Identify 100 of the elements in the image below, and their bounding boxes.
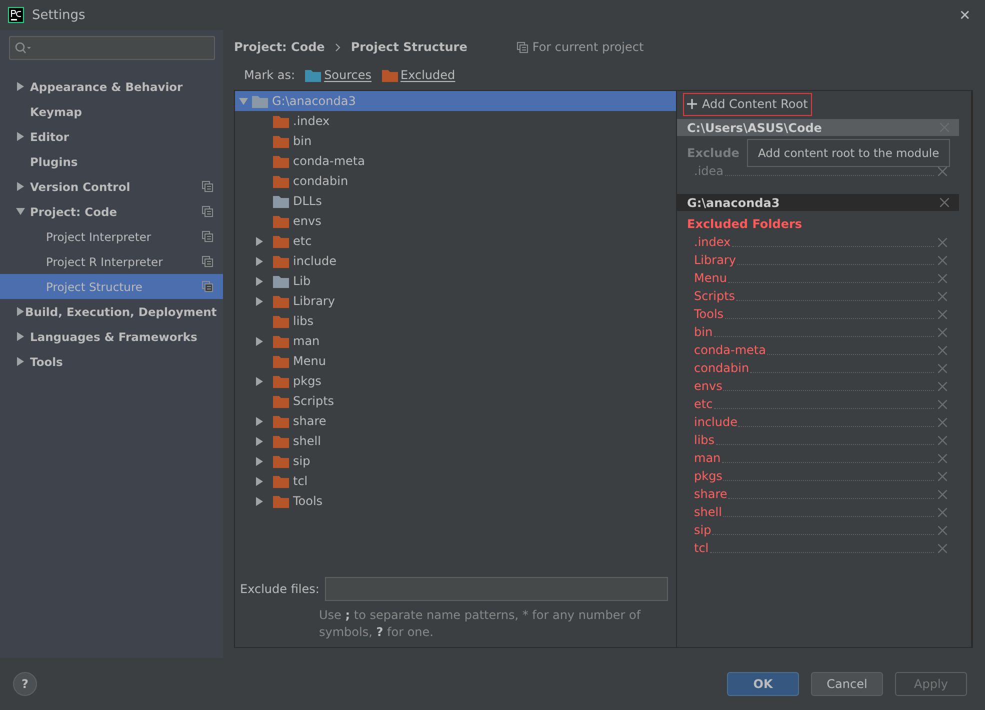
mark-as-button[interactable]: Sources bbox=[324, 68, 372, 82]
collapsed-arrow-icon[interactable] bbox=[255, 296, 264, 306]
close-icon[interactable] bbox=[938, 166, 947, 176]
expanded-arrow-icon[interactable] bbox=[16, 207, 25, 216]
collapsed-arrow-icon[interactable] bbox=[255, 276, 264, 286]
collapsed-arrow-icon[interactable] bbox=[255, 256, 264, 266]
tree-item[interactable]: Library bbox=[235, 291, 676, 311]
sidebar-item[interactable]: Version Control bbox=[0, 174, 223, 199]
collapsed-arrow-icon[interactable] bbox=[16, 182, 25, 191]
tree-item[interactable]: condabin bbox=[235, 171, 676, 191]
collapsed-arrow-icon[interactable] bbox=[16, 82, 25, 91]
exclude-files-label: Exclude files: bbox=[240, 582, 320, 596]
collapsed-arrow-icon[interactable] bbox=[255, 436, 264, 446]
sidebar-item[interactable]: Appearance & Behavior bbox=[0, 74, 223, 99]
collapsed-arrow-icon[interactable] bbox=[255, 236, 264, 246]
close-icon[interactable] bbox=[938, 292, 947, 300]
close-icon[interactable] bbox=[938, 400, 947, 408]
tree-item[interactable]: include bbox=[235, 251, 676, 271]
tree-item[interactable]: envs bbox=[235, 211, 676, 231]
tree-item[interactable]: Menu bbox=[235, 351, 676, 371]
close-icon[interactable] bbox=[938, 382, 947, 390]
close-icon[interactable] bbox=[938, 544, 947, 552]
excluded-folder: envs bbox=[694, 379, 722, 393]
close-icon[interactable] bbox=[938, 508, 947, 516]
close-icon[interactable] bbox=[938, 256, 947, 264]
folder-icon bbox=[273, 454, 289, 468]
close-icon[interactable] bbox=[938, 346, 947, 354]
sidebar-item[interactable]: Project R Interpreter bbox=[0, 249, 223, 274]
tree-item[interactable]: bin bbox=[235, 131, 676, 151]
folder-icon bbox=[273, 254, 289, 268]
collapsed-arrow-icon[interactable] bbox=[255, 376, 264, 386]
folder-icon bbox=[273, 114, 289, 128]
collapsed-arrow-icon[interactable] bbox=[16, 357, 25, 366]
project-scope-icon bbox=[517, 42, 528, 52]
folder-icon bbox=[273, 434, 289, 448]
close-icon[interactable] bbox=[938, 436, 947, 444]
close-icon[interactable] bbox=[938, 526, 947, 534]
dialog-button[interactable]: Cancel bbox=[811, 672, 883, 696]
collapsed-arrow-icon[interactable] bbox=[16, 132, 25, 141]
tree-item[interactable]: libs bbox=[235, 311, 676, 331]
close-icon[interactable] bbox=[938, 310, 947, 318]
folder-icon bbox=[273, 334, 289, 348]
collapsed-arrow-icon[interactable] bbox=[255, 336, 264, 346]
sidebar-item[interactable]: Project Interpreter bbox=[0, 224, 223, 249]
close-icon[interactable] bbox=[940, 198, 949, 207]
sidebar-item[interactable]: Project: Code bbox=[0, 199, 223, 224]
search-icon bbox=[15, 42, 31, 54]
collapsed-arrow-icon[interactable] bbox=[255, 496, 264, 506]
close-icon[interactable] bbox=[938, 454, 947, 462]
sidebar-item[interactable]: Build, Execution, Deployment bbox=[0, 299, 223, 324]
close-button[interactable]: ✕ bbox=[953, 7, 977, 23]
tree-item[interactable]: .index bbox=[235, 111, 676, 131]
excluded-folder: share bbox=[694, 487, 728, 501]
tree-item[interactable]: share bbox=[235, 411, 676, 431]
tree-item[interactable]: shell bbox=[235, 431, 676, 451]
sidebar-item[interactable]: Keymap bbox=[0, 99, 223, 124]
sidebar-item[interactable]: Languages & Frameworks bbox=[0, 324, 223, 349]
tree-item[interactable]: Tools bbox=[235, 491, 676, 511]
excluded-folder: Scripts bbox=[694, 289, 736, 303]
close-icon[interactable] bbox=[938, 328, 947, 336]
content-root-header[interactable]: C:\Users\ASUS\Code bbox=[677, 119, 959, 136]
tree-item[interactable]: etc bbox=[235, 231, 676, 251]
expanded-arrow-icon[interactable] bbox=[239, 96, 248, 106]
collapsed-arrow-icon[interactable] bbox=[255, 456, 264, 466]
tree-item[interactable]: Lib bbox=[235, 271, 676, 291]
search-field[interactable] bbox=[9, 36, 215, 60]
excluded-folder: etc bbox=[694, 397, 713, 411]
collapsed-arrow-icon[interactable] bbox=[255, 416, 264, 426]
sidebar-item[interactable]: Tools bbox=[0, 349, 223, 374]
close-icon[interactable] bbox=[938, 490, 947, 498]
sidebar-item[interactable]: Plugins bbox=[0, 149, 223, 174]
folder-icon bbox=[273, 194, 289, 208]
help-button[interactable]: ? bbox=[13, 672, 37, 696]
folder-icon bbox=[273, 214, 289, 228]
tree-item[interactable]: pkgs bbox=[235, 371, 676, 391]
tree-item[interactable]: conda-meta bbox=[235, 151, 676, 171]
close-icon[interactable] bbox=[938, 364, 947, 372]
dialog-button[interactable]: OK bbox=[727, 672, 799, 696]
folder-icon bbox=[273, 154, 289, 168]
mark-as-label: Mark as: bbox=[244, 68, 296, 82]
content-root-header[interactable]: G:\anaconda3 bbox=[677, 194, 959, 211]
tree-item[interactable]: tcl bbox=[235, 471, 676, 491]
exclude-files-field[interactable] bbox=[325, 577, 668, 601]
close-icon[interactable] bbox=[938, 418, 947, 426]
tree-item[interactable]: Scripts bbox=[235, 391, 676, 411]
close-icon[interactable] bbox=[938, 274, 947, 282]
mark-as-button[interactable]: Excluded bbox=[400, 68, 456, 82]
tree-item[interactable]: DLLs bbox=[235, 191, 676, 211]
collapsed-arrow-icon[interactable] bbox=[16, 332, 25, 341]
sidebar-item[interactable]: Editor bbox=[0, 124, 223, 149]
folder-icon bbox=[273, 494, 289, 508]
excluded-folder: bin bbox=[694, 325, 713, 339]
folder-icon bbox=[273, 174, 289, 188]
close-icon[interactable] bbox=[938, 472, 947, 480]
close-icon[interactable] bbox=[938, 238, 947, 246]
tree-item[interactable]: sip bbox=[235, 451, 676, 471]
collapsed-arrow-icon[interactable] bbox=[16, 307, 25, 316]
tree-item[interactable]: man bbox=[235, 331, 676, 351]
add-content-root-button[interactable]: Add Content Root bbox=[683, 92, 812, 116]
collapsed-arrow-icon[interactable] bbox=[255, 476, 264, 486]
